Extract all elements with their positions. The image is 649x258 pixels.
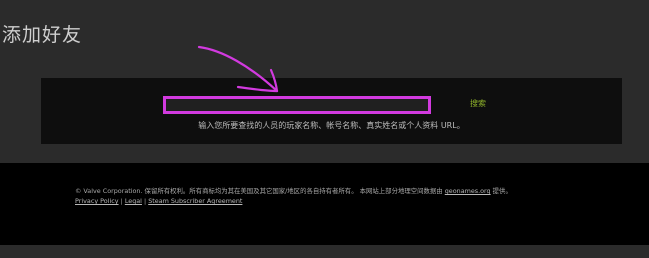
search-button[interactable]: 搜索 (470, 98, 486, 109)
copyright-suffix: 提供。 (492, 187, 512, 195)
subscriber-agreement-link[interactable]: Steam Subscriber Agreement (148, 197, 242, 205)
footer-links: Privacy Policy | Legal | Steam Subscribe… (75, 196, 512, 206)
footer-separator: | (144, 197, 147, 205)
geonames-link[interactable]: geonames.org (445, 187, 491, 195)
search-help-text: 输入您所要查找的人员的玩家名称、帐号名称、真实姓名或个人资料 URL。 (198, 121, 465, 130)
search-input[interactable] (163, 96, 431, 114)
copyright-text: © Valve Corporation. 保留所有权利。所有商标均为其在美国及其… (75, 187, 443, 195)
footer-text: © Valve Corporation. 保留所有权利。所有商标均为其在美国及其… (75, 186, 512, 206)
search-panel: 搜索 输入您所要查找的人员的玩家名称、帐号名称、真实姓名或个人资料 URL。 (41, 78, 622, 144)
page-title: 添加好友 (2, 24, 83, 46)
privacy-policy-link[interactable]: Privacy Policy (75, 197, 119, 205)
footer-separator: | (120, 197, 123, 205)
legal-link[interactable]: Legal (125, 197, 142, 205)
footer: © Valve Corporation. 保留所有权利。所有商标均为其在美国及其… (0, 163, 649, 245)
copyright-line: © Valve Corporation. 保留所有权利。所有商标均为其在美国及其… (75, 186, 512, 196)
